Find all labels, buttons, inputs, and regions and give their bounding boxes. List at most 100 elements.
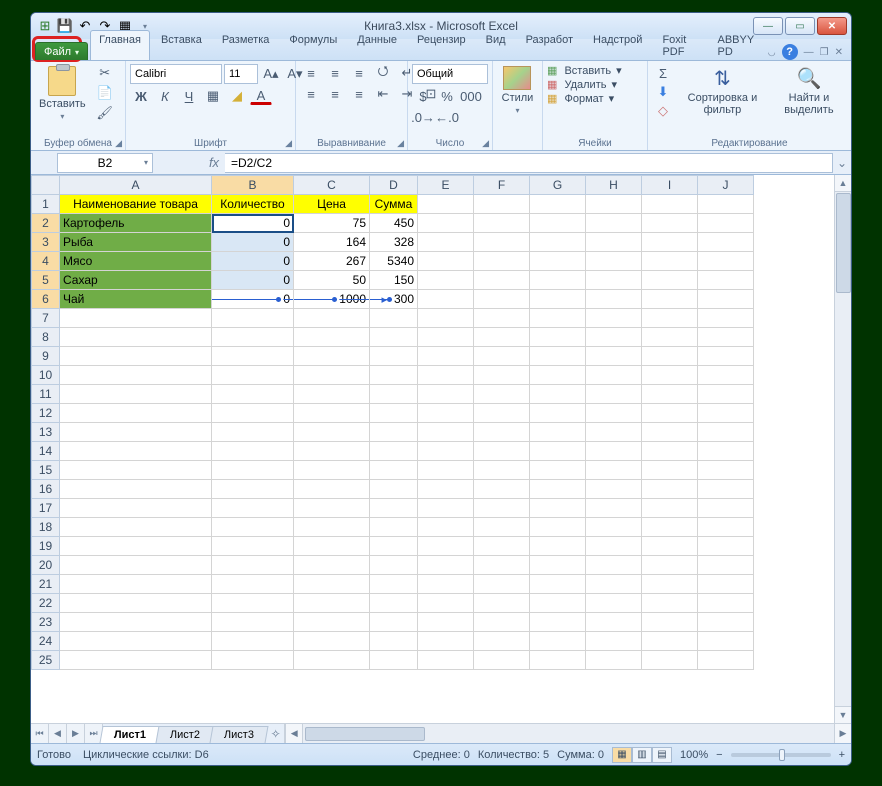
sort-filter-button[interactable]: ⇅ Сортировка и фильтр bbox=[678, 64, 767, 118]
cell[interactable] bbox=[474, 632, 530, 651]
select-all-corner[interactable] bbox=[32, 176, 60, 195]
row-header-5[interactable]: 5 bbox=[32, 271, 60, 290]
cell[interactable] bbox=[586, 271, 642, 290]
cell[interactable] bbox=[530, 290, 586, 309]
cell[interactable] bbox=[642, 309, 698, 328]
cell[interactable] bbox=[698, 290, 754, 309]
vscroll-thumb[interactable] bbox=[836, 193, 851, 293]
cell[interactable] bbox=[642, 651, 698, 670]
cell[interactable] bbox=[530, 461, 586, 480]
cell[interactable] bbox=[698, 537, 754, 556]
cell[interactable] bbox=[698, 594, 754, 613]
cell[interactable] bbox=[418, 271, 474, 290]
cell[interactable] bbox=[418, 366, 474, 385]
table-header-cell[interactable]: Цена bbox=[294, 195, 370, 214]
tab-foxit pdf[interactable]: Foxit PDF bbox=[653, 30, 706, 60]
cell-price[interactable]: 164 bbox=[294, 233, 370, 252]
cell[interactable] bbox=[530, 480, 586, 499]
formula-input[interactable]: =D2/C2 bbox=[225, 153, 833, 173]
cell[interactable] bbox=[530, 233, 586, 252]
cell[interactable] bbox=[418, 480, 474, 499]
cell[interactable] bbox=[418, 442, 474, 461]
cell[interactable] bbox=[586, 556, 642, 575]
cell[interactable] bbox=[294, 347, 370, 366]
borders-icon[interactable]: ▦ bbox=[202, 87, 224, 105]
col-header-F[interactable]: F bbox=[474, 176, 530, 195]
cell[interactable] bbox=[294, 461, 370, 480]
clear-icon[interactable]: ◇ bbox=[652, 102, 674, 120]
cell[interactable] bbox=[60, 366, 212, 385]
tab-вид[interactable]: Вид bbox=[477, 30, 515, 60]
cell[interactable] bbox=[586, 366, 642, 385]
cell[interactable] bbox=[370, 613, 418, 632]
cell[interactable] bbox=[294, 632, 370, 651]
row-header-22[interactable]: 22 bbox=[32, 594, 60, 613]
styles-button[interactable]: Стили ▾ bbox=[498, 64, 538, 117]
cell[interactable] bbox=[212, 632, 294, 651]
row-header-8[interactable]: 8 bbox=[32, 328, 60, 347]
table-header-cell[interactable]: Наименование товара bbox=[60, 195, 212, 214]
cell[interactable] bbox=[418, 537, 474, 556]
cell[interactable] bbox=[60, 518, 212, 537]
cell[interactable] bbox=[60, 651, 212, 670]
cell[interactable] bbox=[698, 632, 754, 651]
cell[interactable] bbox=[370, 423, 418, 442]
cell[interactable] bbox=[370, 480, 418, 499]
cell[interactable] bbox=[418, 423, 474, 442]
clipboard-dialog-launcher-icon[interactable]: ◢ bbox=[115, 138, 122, 149]
row-header-2[interactable]: 2 bbox=[32, 214, 60, 233]
cell[interactable] bbox=[418, 290, 474, 309]
decrease-decimal-icon[interactable]: ←.0 bbox=[436, 108, 458, 126]
cell[interactable] bbox=[586, 537, 642, 556]
cell[interactable] bbox=[530, 632, 586, 651]
fx-icon[interactable]: fx bbox=[203, 155, 225, 170]
row-header-9[interactable]: 9 bbox=[32, 347, 60, 366]
row-header-17[interactable]: 17 bbox=[32, 499, 60, 518]
cell[interactable] bbox=[586, 575, 642, 594]
fill-icon[interactable]: ⬇ bbox=[652, 83, 674, 101]
cell[interactable] bbox=[586, 594, 642, 613]
cell[interactable] bbox=[642, 613, 698, 632]
cell[interactable] bbox=[586, 461, 642, 480]
tab-abbyy pd[interactable]: ABBYY PD bbox=[708, 30, 765, 60]
cell[interactable] bbox=[418, 233, 474, 252]
cell[interactable] bbox=[642, 233, 698, 252]
horizontal-scrollbar[interactable]: ◀ ▶ bbox=[285, 724, 851, 743]
currency-icon[interactable]: $ bbox=[412, 87, 434, 105]
tab-надстрой[interactable]: Надстрой bbox=[584, 30, 651, 60]
cell[interactable] bbox=[294, 518, 370, 537]
font-dialog-launcher-icon[interactable]: ◢ bbox=[285, 138, 292, 149]
cell[interactable] bbox=[586, 404, 642, 423]
cell[interactable] bbox=[474, 499, 530, 518]
row-header-15[interactable]: 15 bbox=[32, 461, 60, 480]
cell[interactable] bbox=[530, 328, 586, 347]
cell[interactable] bbox=[586, 442, 642, 461]
tab-nav-prev-icon[interactable]: ◀ bbox=[49, 724, 67, 743]
cell[interactable] bbox=[294, 537, 370, 556]
formula-bar-expand-icon[interactable]: ⌄ bbox=[833, 156, 851, 170]
grow-font-icon[interactable]: A▴ bbox=[260, 65, 282, 83]
paste-button[interactable]: Вставить ▾ bbox=[35, 64, 90, 123]
scroll-left-icon[interactable]: ◀ bbox=[286, 724, 303, 743]
cell[interactable] bbox=[698, 556, 754, 575]
cell[interactable] bbox=[212, 613, 294, 632]
cell[interactable] bbox=[60, 423, 212, 442]
col-header-E[interactable]: E bbox=[418, 176, 474, 195]
row-header-19[interactable]: 19 bbox=[32, 537, 60, 556]
cell[interactable] bbox=[60, 328, 212, 347]
cell[interactable] bbox=[586, 233, 642, 252]
number-format-combo[interactable]: Общий bbox=[412, 64, 488, 84]
cell[interactable] bbox=[530, 309, 586, 328]
cell[interactable] bbox=[60, 556, 212, 575]
cell[interactable] bbox=[212, 309, 294, 328]
view-page-break-icon[interactable]: ▤ bbox=[652, 747, 672, 763]
cell[interactable] bbox=[370, 328, 418, 347]
cell[interactable] bbox=[474, 480, 530, 499]
cell[interactable] bbox=[530, 347, 586, 366]
row-header-24[interactable]: 24 bbox=[32, 632, 60, 651]
cell[interactable] bbox=[294, 575, 370, 594]
cell[interactable] bbox=[474, 575, 530, 594]
cell[interactable] bbox=[60, 309, 212, 328]
cell[interactable] bbox=[586, 214, 642, 233]
cell-price[interactable]: 50 bbox=[294, 271, 370, 290]
